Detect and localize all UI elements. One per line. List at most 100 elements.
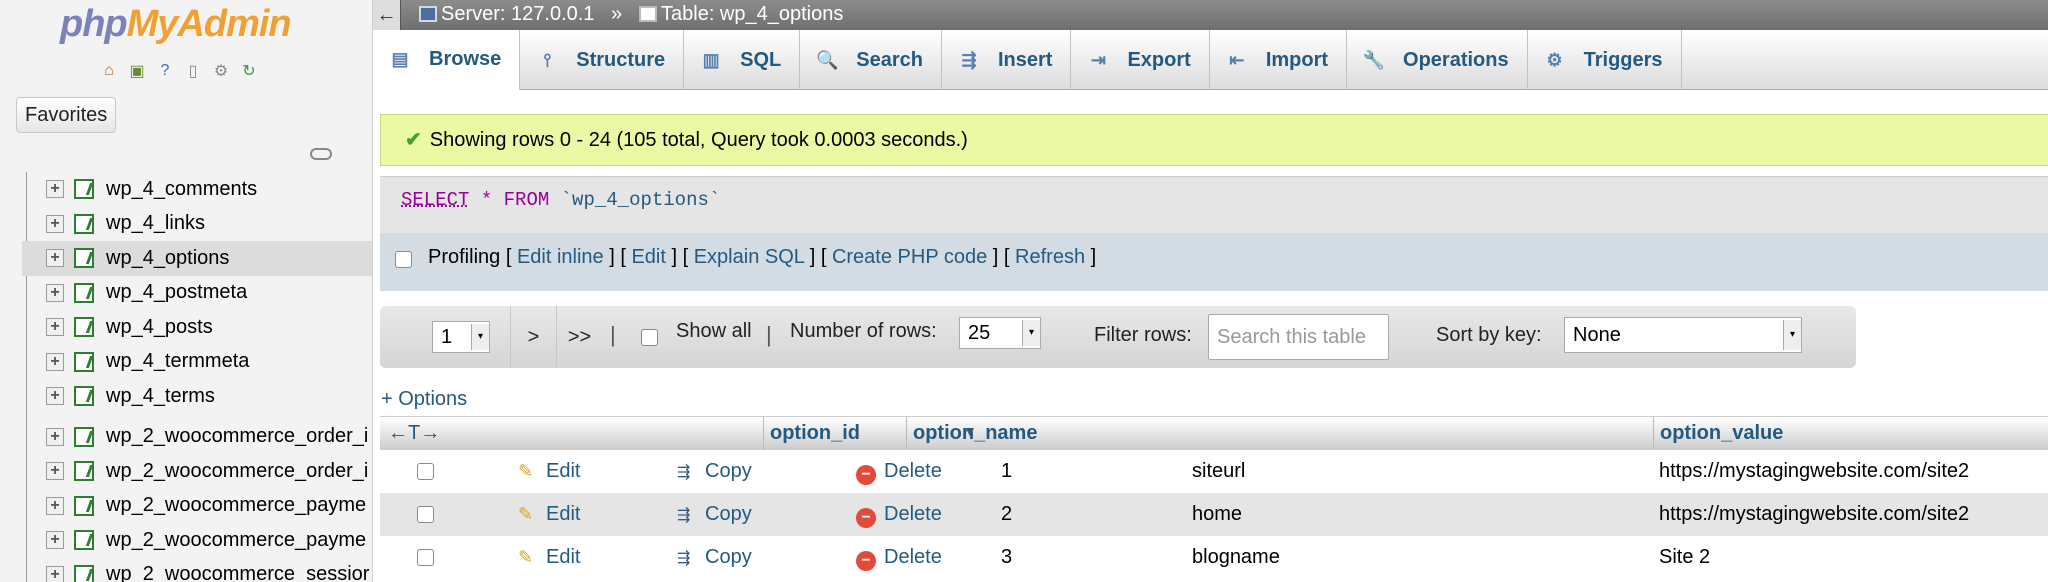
column-header-option-name[interactable]: option_name [906, 417, 1263, 451]
nav-table-label[interactable]: wp_4_comments [106, 178, 257, 201]
expand-icon[interactable]: + [46, 565, 64, 582]
tab-export[interactable]: ⇥ Export [1071, 30, 1210, 90]
row-checkbox[interactable] [417, 549, 434, 566]
edit-row-link[interactable]: ✎ Edit [518, 536, 580, 579]
table-structure-icon[interactable] [74, 461, 94, 482]
expand-icon[interactable]: + [46, 283, 64, 302]
expand-icon[interactable]: + [46, 249, 64, 268]
delete-row-link[interactable]: − Delete [856, 493, 942, 536]
nav-table-item[interactable]: + wp_4_comments [22, 172, 372, 207]
copy-row-link[interactable]: ⇶ Copy [677, 493, 752, 537]
expand-icon[interactable]: + [46, 462, 64, 481]
options-link[interactable]: + Options [381, 388, 467, 411]
table-structure-icon[interactable] [74, 495, 94, 516]
row-checkbox[interactable] [417, 463, 434, 480]
row-checkbox[interactable] [417, 506, 434, 523]
table-structure-icon[interactable] [74, 426, 94, 447]
cell-option-id[interactable]: 3 [1001, 536, 1012, 579]
nav-table-label[interactable]: wp_4_terms [106, 385, 215, 408]
expand-icon[interactable]: + [46, 318, 64, 337]
next-page-button[interactable]: > [510, 306, 556, 368]
table-structure-icon[interactable] [74, 530, 94, 551]
nav-table-label[interactable]: wp_4_postmeta [106, 281, 247, 304]
tab-search[interactable]: 🔍 Search [800, 30, 942, 90]
nav-table-label[interactable]: wp_4_links [106, 212, 205, 235]
edit-inline-link[interactable]: Edit inline [517, 246, 604, 268]
cell-option-name[interactable]: home [1192, 493, 1242, 536]
nav-table-item[interactable]: + wp_2_woocommerce_payme [22, 523, 372, 558]
copy-row-link[interactable]: ⇶ Copy [677, 450, 752, 494]
nav-table-label[interactable]: wp_4_termmeta [106, 350, 249, 373]
show-all-checkbox[interactable] [641, 329, 658, 346]
nav-table-item[interactable]: + wp_2_woocommerce_payme [22, 489, 372, 524]
column-arrows-icon[interactable]: ←T→ [388, 417, 440, 449]
delete-row-link[interactable]: − Delete [856, 450, 942, 493]
cell-option-value[interactable]: Site 2 [1659, 536, 1710, 579]
tab-structure[interactable]: ⫯ Structure [520, 30, 685, 90]
expand-icon[interactable]: + [46, 496, 64, 515]
table-structure-icon[interactable] [74, 282, 94, 303]
profiling-checkbox[interactable] [395, 251, 412, 268]
cell-option-id[interactable]: 2 [1001, 493, 1012, 536]
tab-insert[interactable]: ⇶ Insert [942, 30, 1072, 90]
nav-table-item[interactable]: + wp_2_woocommerce_order_i [22, 454, 372, 489]
docs-icon[interactable]: ▯ [182, 60, 204, 82]
create-php-code-link[interactable]: Create PHP code [832, 246, 987, 268]
cell-option-value[interactable]: https://mystagingwebsite.com/site2 [1659, 493, 1969, 536]
nav-table-label[interactable]: wp_2_woocommerce_payme [106, 529, 366, 552]
help-icon[interactable]: ? [154, 60, 176, 82]
column-header-option-value[interactable]: option_value [1653, 417, 2048, 451]
nav-table-label[interactable]: wp_2_woocommerce_sessior [106, 563, 369, 582]
home-icon[interactable]: ⌂ [98, 60, 120, 82]
table-structure-icon[interactable] [74, 179, 94, 200]
nav-table-item[interactable]: + wp_2_woocommerce_sessior [22, 558, 372, 582]
expand-icon[interactable]: + [46, 387, 64, 406]
table-structure-icon[interactable] [74, 564, 94, 582]
table-structure-icon[interactable] [74, 248, 94, 269]
settings-icon[interactable]: ⚙ [210, 60, 232, 82]
rows-select[interactable]: 25 ▾ [959, 317, 1041, 349]
delete-row-link[interactable]: − Delete [856, 536, 942, 579]
nav-table-item[interactable]: + wp_4_links [22, 207, 372, 242]
nav-table-label[interactable]: wp_4_options [106, 247, 229, 270]
table-structure-icon[interactable] [74, 317, 94, 338]
sql-query[interactable]: SELECT * FROM `wp_4_options` [401, 189, 720, 211]
cell-option-value[interactable]: https://mystagingwebsite.com/site2 [1659, 450, 1969, 493]
breadcrumb-server[interactable]: Server: 127.0.0.1 [419, 3, 594, 26]
tab-sql[interactable]: ▥ SQL [684, 30, 801, 90]
favorites-button[interactable]: Favorites [16, 97, 117, 133]
expand-icon[interactable]: + [46, 531, 64, 550]
explain-sql-link[interactable]: Explain SQL [694, 246, 804, 268]
edit-row-link[interactable]: ✎ Edit [518, 493, 580, 536]
sort-select[interactable]: None ▾ [1564, 317, 1802, 353]
edit-row-link[interactable]: ✎ Edit [518, 450, 580, 493]
expand-icon[interactable]: + [46, 427, 64, 446]
show-all-label[interactable]: Show all [676, 320, 752, 343]
page-select[interactable]: 1 ▾ [432, 321, 490, 353]
table-structure-icon[interactable] [74, 351, 94, 372]
tab-import[interactable]: ⇤ Import [1210, 30, 1348, 90]
tab-browse[interactable]: ▤ Browse [373, 30, 521, 90]
cell-option-name[interactable]: blogname [1192, 536, 1280, 579]
nav-table-item[interactable]: + wp_4_termmeta [22, 345, 372, 380]
nav-table-item[interactable]: + wp_4_terms [22, 379, 372, 414]
copy-row-link[interactable]: ⇶ Copy [677, 536, 752, 580]
expand-icon[interactable]: + [46, 180, 64, 199]
nav-table-label[interactable]: wp_2_woocommerce_payme [106, 494, 366, 517]
table-structure-icon[interactable] [74, 386, 94, 407]
table-structure-icon[interactable] [74, 213, 94, 234]
nav-table-label[interactable]: wp_4_posts [106, 316, 213, 339]
expand-icon[interactable]: + [46, 352, 64, 371]
collapse-arrow-icon[interactable]: ← [373, 0, 401, 30]
cell-option-id[interactable]: 1 [1001, 450, 1012, 493]
nav-table-item[interactable]: + wp_4_options [22, 241, 372, 276]
tab-operations[interactable]: 🔧 Operations [1347, 30, 1528, 90]
link-icon[interactable] [310, 148, 332, 160]
expand-icon[interactable]: + [46, 214, 64, 233]
tab-triggers[interactable]: ⚙ Triggers [1528, 30, 1682, 90]
nav-table-item[interactable]: + wp_4_posts [22, 310, 372, 345]
phpmyadmin-logo[interactable]: phpMyAdmin [60, 0, 292, 48]
filter-input[interactable]: Search this table [1208, 314, 1389, 360]
last-page-button[interactable]: >> [556, 306, 602, 368]
nav-table-label[interactable]: wp_2_woocommerce_order_i [106, 460, 368, 483]
